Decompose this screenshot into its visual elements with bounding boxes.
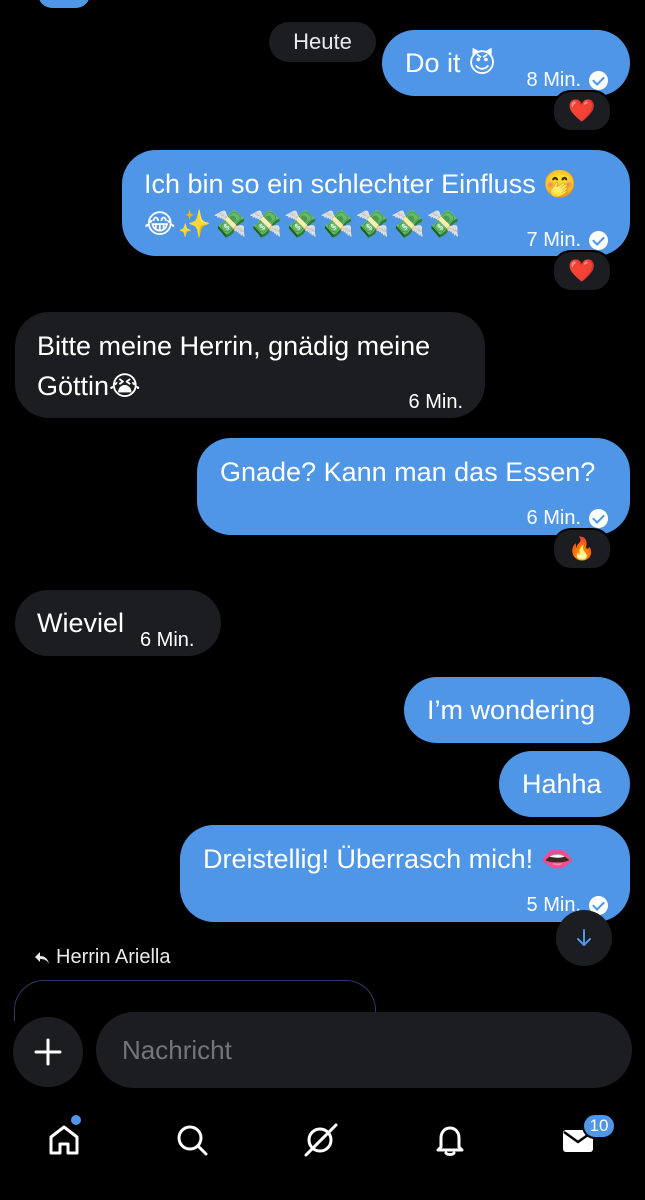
message-meta: 6 Min.: [409, 382, 463, 422]
add-attachment-button[interactable]: [13, 1017, 83, 1087]
date-separator: Heute: [269, 22, 376, 62]
nav-search[interactable]: [162, 1110, 222, 1170]
arrow-down-icon: [577, 929, 591, 946]
nav-home[interactable]: [34, 1110, 94, 1170]
reaction-badge[interactable]: 🔥: [552, 528, 612, 570]
reaction-badge[interactable]: ❤️: [552, 250, 612, 292]
message-input[interactable]: [96, 1012, 632, 1088]
home-icon: [49, 1125, 79, 1155]
message-text-line1: Bitte meine Herrin, gnädig meine: [37, 331, 431, 361]
reply-label: Herrin Ariella: [56, 946, 171, 968]
message-text: Hahha: [522, 769, 602, 799]
scroll-to-bottom-button[interactable]: [556, 910, 612, 966]
message-meta: 6 Min.: [140, 620, 194, 660]
message-time: 6 Min.: [408, 391, 463, 413]
read-check-icon: [589, 230, 608, 250]
message-text: Wieviel: [37, 608, 125, 638]
message-bubble-outgoing[interactable]: Ich bin so ein schlechter Einfluss 🤭 😂✨💸…: [122, 150, 630, 256]
plus-icon: [34, 1038, 62, 1066]
grok-icon: [304, 1123, 338, 1157]
messages-count-badge: 10: [582, 1113, 616, 1139]
message-bubble-incoming[interactable]: Bitte meine Herrin, gnädig meine Göttin😭…: [15, 312, 485, 418]
heart-reaction-icon: ❤️: [568, 258, 596, 283]
search-icon: [177, 1125, 208, 1156]
message-text: I’m wondering: [427, 695, 596, 725]
nav-notifications[interactable]: [420, 1110, 480, 1170]
message-bubble-outgoing[interactable]: I’m wondering: [404, 677, 630, 743]
message-bubble-outgoing[interactable]: Gnade? Kann man das Essen? 6 Min.: [197, 438, 630, 535]
reaction-badge[interactable]: ❤️: [552, 90, 612, 132]
message-text-line1: Ich bin so ein schlechter Einfluss 🤭: [144, 169, 577, 199]
reply-arrow-icon: [35, 951, 49, 964]
heart-reaction-icon: ❤️: [568, 98, 596, 123]
fire-reaction-icon: 🔥: [568, 536, 596, 561]
message-bubble-outgoing[interactable]: Dreistellig! Überrasch mich! 👄 5 Min.: [180, 825, 630, 922]
message-bubble-outgoing[interactable]: Do it 😈 8 Min.: [382, 30, 630, 96]
read-check-icon: [589, 70, 608, 90]
message-bubble-outgoing[interactable]: Hahha: [499, 751, 630, 817]
message-text-line2: Göttin😭: [37, 371, 141, 401]
notification-dot: [71, 1115, 81, 1125]
message-time: 6 Min.: [140, 629, 195, 651]
message-text: Gnade? Kann man das Essen?: [220, 457, 596, 487]
partial-message-bubble: [38, 0, 90, 8]
reply-context: Herrin Ariella: [34, 946, 170, 969]
message-text: Do it 😈: [405, 48, 497, 78]
message-text: Dreistellig! Überrasch mich! 👄: [203, 844, 575, 874]
message-bubble-incoming[interactable]: Wieviel 6 Min.: [15, 590, 221, 656]
message-text-line2: 😂✨💸💸💸💸💸💸💸: [144, 209, 463, 239]
nav-grok[interactable]: [291, 1110, 351, 1170]
bell-icon: [436, 1126, 464, 1156]
read-check-icon: [589, 508, 608, 528]
